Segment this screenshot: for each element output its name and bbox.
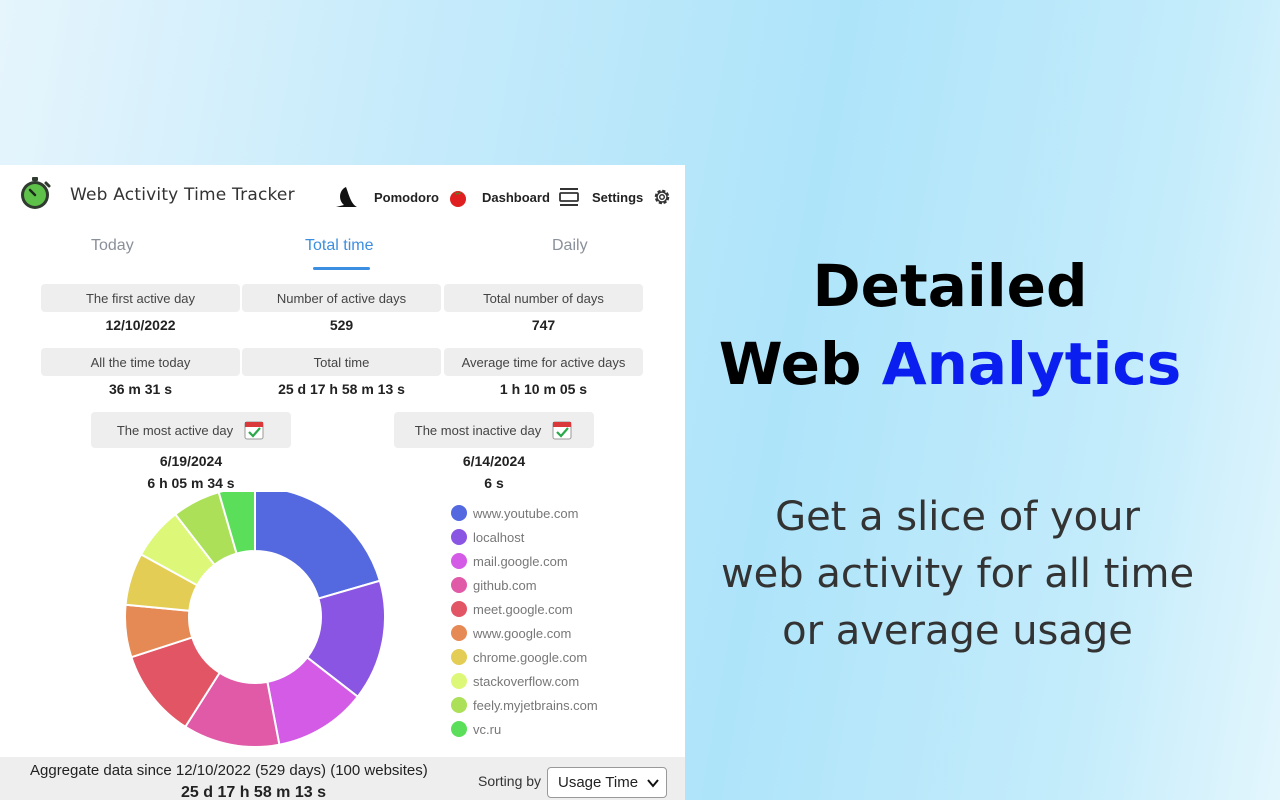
legend-label: github.com	[473, 577, 537, 593]
active-tab-indicator	[313, 267, 370, 270]
aggregate-total: 25 d 17 h 58 m 13 s	[181, 784, 326, 800]
legend-swatch	[451, 529, 467, 545]
legend-item[interactable]: www.google.com	[451, 621, 598, 645]
chevron-down-icon	[647, 779, 659, 788]
legend-item[interactable]: meet.google.com	[451, 597, 598, 621]
tab-today[interactable]: Today	[91, 237, 134, 255]
legend-item[interactable]: www.youtube.com	[451, 501, 598, 525]
legend-swatch	[451, 673, 467, 689]
promo-title-line1: Detailed	[812, 252, 1088, 320]
legend-swatch	[451, 553, 467, 569]
pomodoro-label: Pomodoro	[374, 189, 439, 205]
legend-item[interactable]: chrome.google.com	[451, 645, 598, 669]
tab-total-time[interactable]: Total time	[305, 237, 373, 255]
legend-swatch	[451, 721, 467, 737]
legend-swatch	[451, 601, 467, 617]
first-active-day-value: 12/10/2022	[105, 317, 176, 333]
dashboard-link[interactable]: Dashboard	[482, 187, 580, 207]
legend-label: www.google.com	[473, 625, 572, 641]
most-inactive-day-label: The most inactive day	[414, 422, 542, 438]
calendar-check-icon[interactable]	[243, 419, 265, 441]
most-inactive-day-date: 6/14/2024	[462, 453, 526, 469]
time-today-value: 36 m 31 s	[108, 381, 173, 397]
gear-icon	[655, 189, 670, 205]
promo-sub-line3: or average usage	[782, 608, 1133, 654]
legend-label: feely.myjetbrains.com	[473, 697, 598, 713]
aggregate-summary: Aggregate data since 12/10/2022 (529 day…	[30, 762, 428, 779]
usage-donut-chart	[124, 492, 386, 748]
legend-label: vc.ru	[473, 721, 502, 737]
promo-title: Detailed Web Analytics	[700, 247, 1200, 403]
theme-toggle-icon[interactable]	[333, 185, 359, 209]
most-inactive-day-time: 6 s	[484, 475, 504, 491]
total-days-value: 747	[531, 317, 556, 333]
legend-label: www.youtube.com	[473, 505, 579, 521]
legend-swatch	[451, 577, 467, 593]
legend-swatch	[451, 625, 467, 641]
time-today-label: All the time today	[41, 348, 240, 376]
footer-bar: Aggregate data since 12/10/2022 (529 day…	[0, 757, 685, 800]
active-days-count-value: 529	[329, 317, 354, 333]
total-time-label: Total time	[242, 348, 441, 376]
legend-swatch	[451, 505, 467, 521]
settings-label: Settings	[592, 189, 644, 205]
legend-label: stackoverflow.com	[473, 673, 580, 689]
most-inactive-day-box: The most inactive day	[394, 412, 594, 448]
legend-label: mail.google.com	[473, 553, 568, 569]
promo-sub-line1: Get a slice of your	[775, 494, 1140, 540]
sort-select[interactable]: Usage Time	[547, 767, 667, 798]
total-time-value: 25 d 17 h 58 m 13 s	[278, 381, 405, 397]
pomodoro-link[interactable]: Pomodoro	[374, 187, 469, 207]
sort-label: Sorting by	[478, 773, 542, 789]
legend-label: chrome.google.com	[473, 649, 588, 665]
calendar-check-icon[interactable]	[551, 419, 573, 441]
legend-swatch	[451, 649, 467, 665]
most-active-day-label: The most active day	[116, 422, 234, 438]
tomato-icon	[450, 191, 466, 207]
promo-subtitle: Get a slice of your web activity for all…	[700, 489, 1215, 660]
legend-label: localhost	[473, 529, 525, 545]
promo-title-plain: Web	[718, 330, 862, 398]
most-active-day-time: 6 h 05 m 34 s	[147, 475, 235, 491]
legend-item[interactable]: feely.myjetbrains.com	[451, 693, 598, 717]
total-days-label: Total number of days	[444, 284, 643, 312]
stopwatch-logo-icon	[21, 177, 51, 209]
tab-daily[interactable]: Daily	[552, 237, 588, 255]
dashboard-label: Dashboard	[482, 189, 550, 205]
chart-legend: www.youtube.com localhost mail.google.com g…	[451, 501, 598, 741]
legend-label: meet.google.com	[473, 601, 573, 617]
sort-select-value: Usage Time	[558, 774, 639, 791]
legend-item[interactable]: localhost	[451, 525, 598, 549]
legend-item[interactable]: vc.ru	[451, 717, 598, 741]
promo-sub-line2: web activity for all time	[720, 551, 1195, 597]
promo-title-accent: Analytics	[881, 330, 1182, 398]
donut-slice-0[interactable]	[254, 492, 382, 600]
active-days-count-label: Number of active days	[242, 284, 441, 312]
legend-item[interactable]: github.com	[451, 573, 598, 597]
legend-item[interactable]: mail.google.com	[451, 549, 598, 573]
first-active-day-label: The first active day	[41, 284, 240, 312]
dashboard-icon	[559, 188, 579, 206]
app-header: Web Activity Time Tracker Pomodoro Dashb…	[0, 165, 685, 225]
settings-link[interactable]: Settings	[592, 187, 673, 207]
tracker-panel: Web Activity Time Tracker Pomodoro Dashb…	[0, 165, 685, 800]
most-active-day-box: The most active day	[91, 412, 291, 448]
promo-title-line2: Web Analytics	[700, 325, 1200, 403]
legend-swatch	[451, 697, 467, 713]
app-title: Web Activity Time Tracker	[70, 185, 295, 205]
average-time-value: 1 h 10 m 05 s	[499, 381, 588, 397]
legend-item[interactable]: stackoverflow.com	[451, 669, 598, 693]
most-active-day-date: 6/19/2024	[159, 453, 223, 469]
average-time-label: Average time for active days	[444, 348, 643, 376]
